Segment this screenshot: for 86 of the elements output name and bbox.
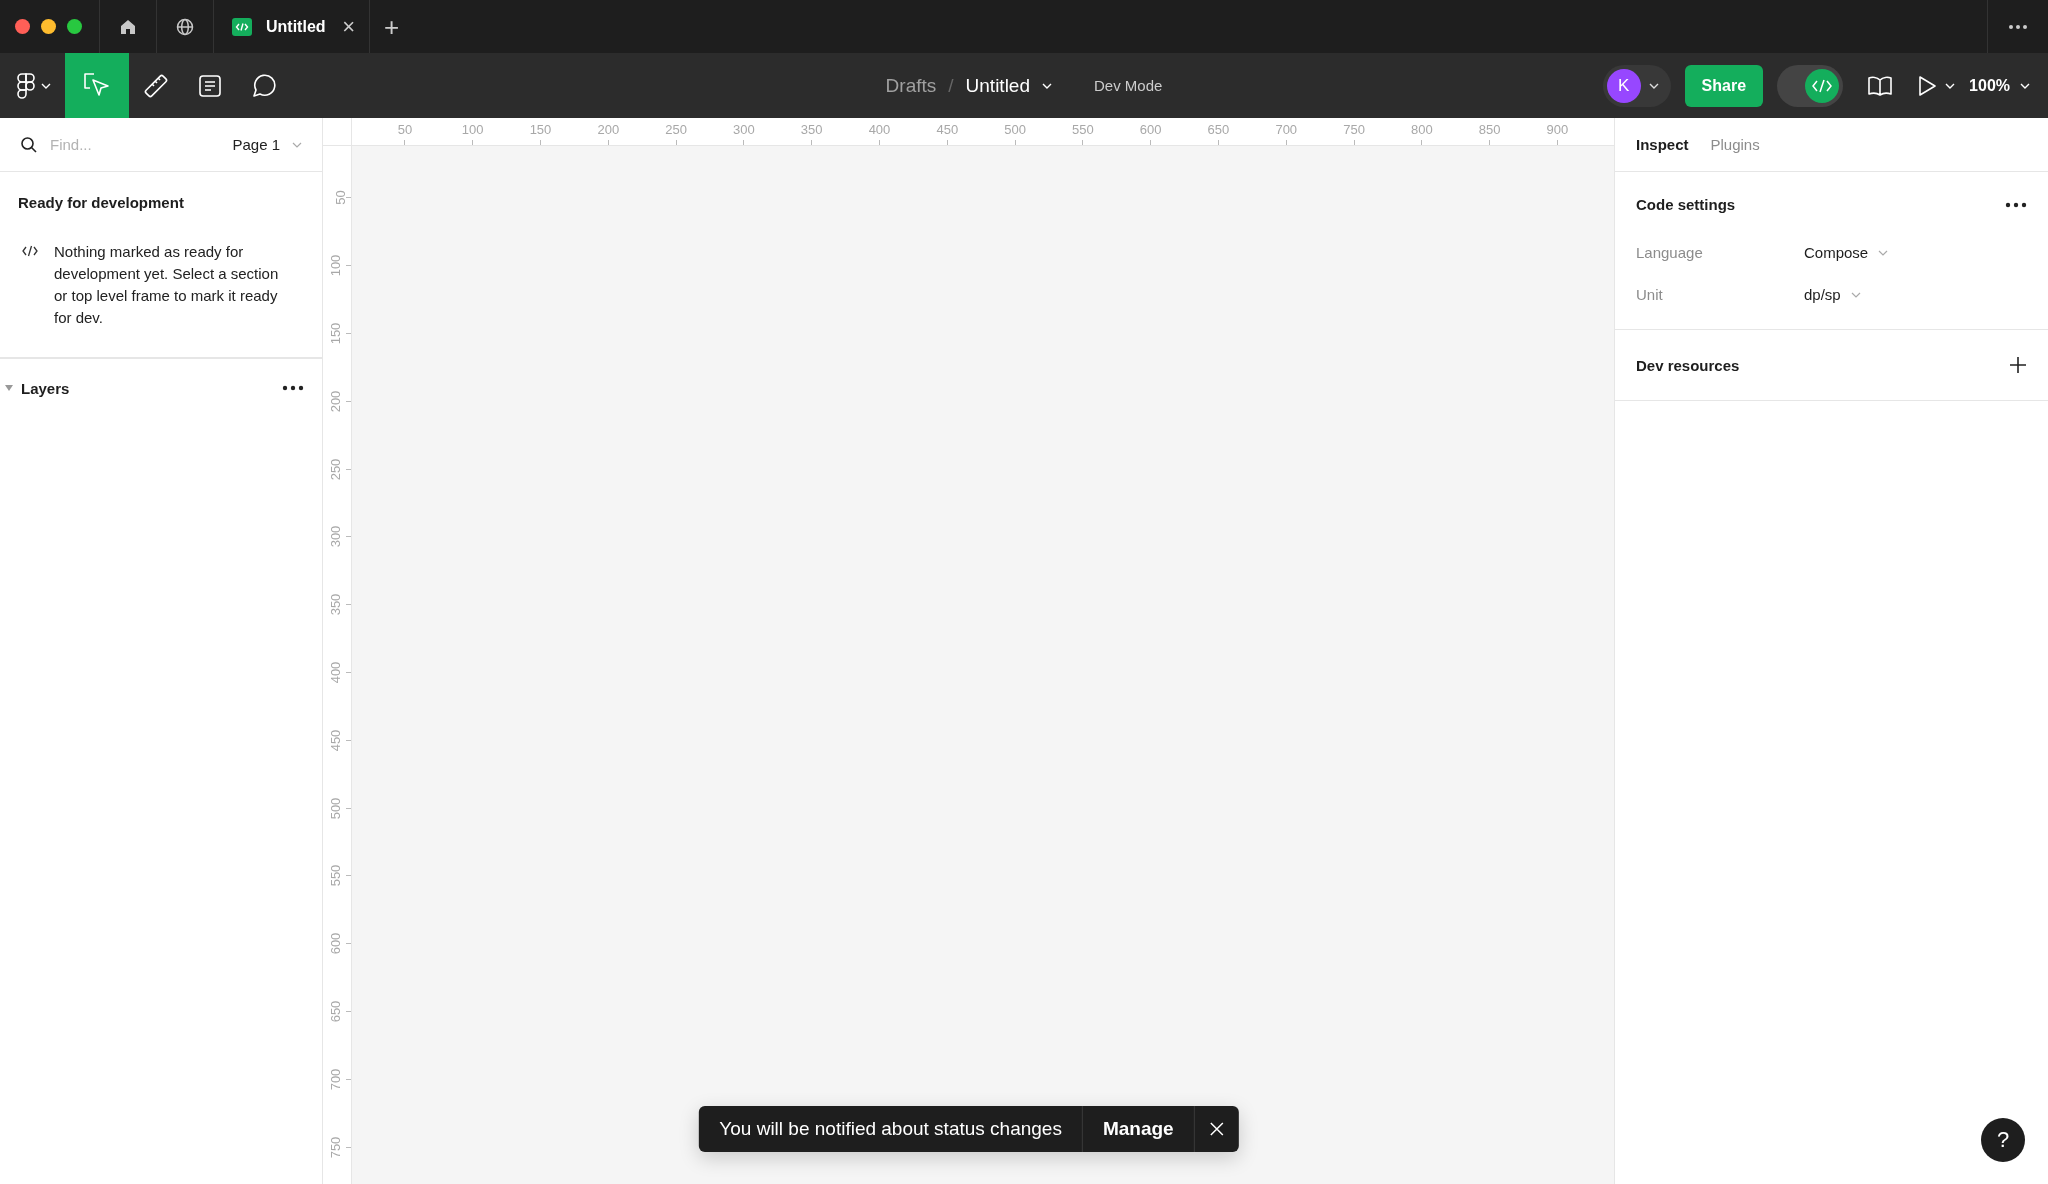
maximize-window-button[interactable] (67, 19, 82, 34)
present-button[interactable] (1917, 74, 1956, 97)
new-tab-button[interactable]: + (384, 13, 400, 40)
ruler-label: 50 (333, 190, 347, 206)
setting-dropdown[interactable]: dp/sp (1804, 286, 1861, 303)
breadcrumb-separator: / (948, 74, 954, 97)
ruler-label: 350 (329, 593, 343, 616)
ruler-label: 300 (329, 526, 343, 548)
code-icon (1812, 78, 1833, 93)
ruler-label: 200 (329, 390, 343, 413)
ruler-label: 100 (329, 254, 343, 277)
ruler-label: 750 (329, 1136, 343, 1158)
close-window-button[interactable] (15, 19, 30, 34)
globe-icon (175, 16, 195, 37)
ruler-label: 550 (329, 865, 343, 887)
ruler-label: 650 (329, 1000, 343, 1023)
code-icon (22, 245, 38, 257)
chevron-down-icon (1878, 249, 1889, 256)
breadcrumb-link[interactable]: Drafts (885, 74, 937, 97)
avatar: K (1606, 68, 1641, 103)
ruler-label: 650 (1207, 123, 1230, 136)
ruler-label: 700 (329, 1068, 343, 1091)
logo-icon (17, 72, 35, 99)
search-icon (20, 135, 38, 154)
dev-mode-toggle[interactable] (1777, 64, 1844, 107)
user-menu-button[interactable]: K (1602, 64, 1671, 107)
help-button[interactable]: ? (1981, 1118, 2025, 1162)
mode-label: Dev Mode (1094, 77, 1163, 94)
setting-label: Language (1636, 244, 1704, 261)
page-menu[interactable]: Page 1 (232, 136, 302, 153)
ruler-label: 400 (868, 123, 891, 136)
chevron-down-icon (2020, 82, 2030, 89)
layers-title: Layers (21, 379, 70, 397)
ruler-label: 850 (1478, 123, 1501, 136)
close-icon (1208, 1121, 1225, 1137)
ruler-label: 500 (1004, 123, 1026, 136)
ruler-label: 300 (733, 123, 755, 136)
section-title: Ready for development (18, 194, 185, 211)
setting-label: Unit (1636, 286, 1664, 303)
file-name-menu[interactable]: Untitled (965, 74, 1030, 97)
ruler-label: 350 (800, 123, 823, 136)
ruler-label: 500 (329, 797, 343, 819)
ruler-label: 750 (1343, 123, 1365, 136)
ruler-label: 800 (1411, 123, 1433, 136)
comment-icon (250, 71, 278, 100)
ruler-label: 150 (329, 322, 343, 345)
ruler-label: 600 (1139, 123, 1162, 136)
document-icon (197, 72, 223, 99)
search-field[interactable]: Find... (50, 132, 221, 157)
manage-button[interactable]: Manage (1081, 1106, 1194, 1152)
ruler-label: 600 (329, 932, 343, 955)
ruler-label: 250 (329, 458, 343, 480)
minimize-window-button[interactable] (41, 19, 56, 34)
chevron-down-icon (1850, 291, 1861, 298)
empty-message: Nothing marked as ready for development yet. Select a section or top level frame to mark it ready for dev. (54, 242, 280, 328)
ruler-label: 50 (397, 123, 413, 136)
panel-tab[interactable]: Inspect (1636, 136, 1689, 153)
play-icon (1917, 74, 1938, 97)
ruler-label: 450 (329, 729, 343, 752)
ruler-label: 900 (1546, 123, 1569, 136)
more-icon[interactable] (2005, 201, 2027, 208)
ruler-label: 250 (665, 123, 687, 136)
setting-dropdown[interactable]: Compose (1804, 244, 1889, 261)
ruler-label: 550 (1072, 123, 1094, 136)
section-title: Dev resources (1636, 356, 1740, 374)
ruler-label: 450 (936, 123, 959, 136)
zoom-menu[interactable]: 100% (1969, 76, 2030, 95)
ruler-label: 200 (597, 123, 620, 136)
chevron-down-icon (1945, 82, 1956, 89)
book-icon[interactable] (1867, 74, 1894, 97)
ruler-label: 150 (529, 123, 552, 136)
chevron-down-icon (41, 82, 51, 89)
chevron-down-icon (292, 141, 302, 148)
ruler-label: 100 (461, 123, 484, 136)
expand-caret-icon[interactable] (5, 385, 13, 391)
ruler-label: 400 (329, 661, 343, 684)
ruler-label: 700 (1275, 123, 1298, 136)
chevron-down-icon (1648, 82, 1659, 89)
chevron-down-icon (1042, 82, 1052, 89)
code-file-icon (232, 16, 252, 37)
more-icon[interactable] (282, 385, 304, 391)
more-icon (2008, 23, 2028, 30)
close-tab-button[interactable]: × (342, 15, 355, 38)
add-icon[interactable] (2009, 356, 2027, 374)
section-title: Code settings (1636, 196, 1736, 213)
toast-message: You will be notified about status changes (718, 1117, 1063, 1141)
